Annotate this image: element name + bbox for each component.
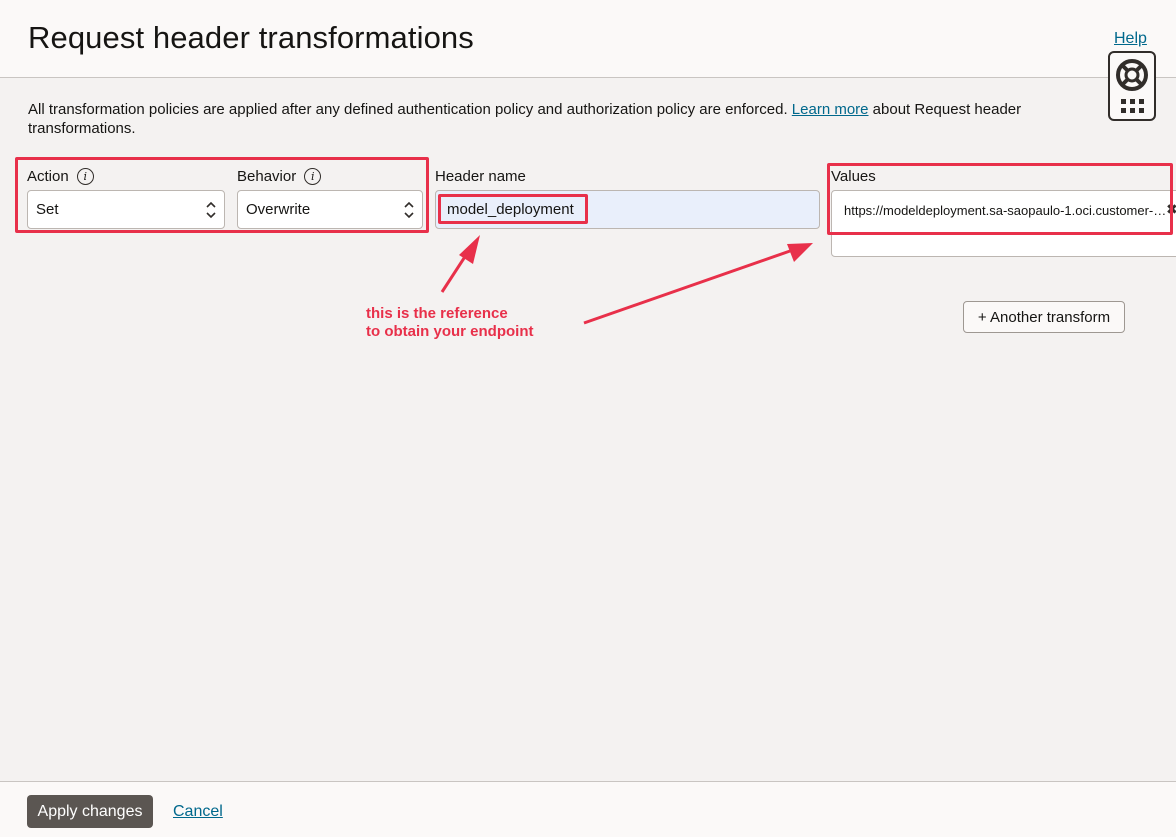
annotation-text: this is the reference to obtain your end… xyxy=(366,305,586,341)
arrow-to-header-name xyxy=(440,235,480,293)
arrow-to-values xyxy=(583,243,813,325)
cancel-link[interactable]: Cancel xyxy=(173,803,223,821)
annotation-arrows xyxy=(440,235,813,325)
annotation-line-2: to obtain your endpoint xyxy=(366,323,534,340)
another-transform-button[interactable]: + Another transform xyxy=(963,301,1125,333)
page-footer: Apply changes Cancel xyxy=(0,781,1176,837)
apply-changes-button[interactable]: Apply changes xyxy=(27,795,153,828)
annotation-line-1: this is the reference xyxy=(366,305,508,322)
